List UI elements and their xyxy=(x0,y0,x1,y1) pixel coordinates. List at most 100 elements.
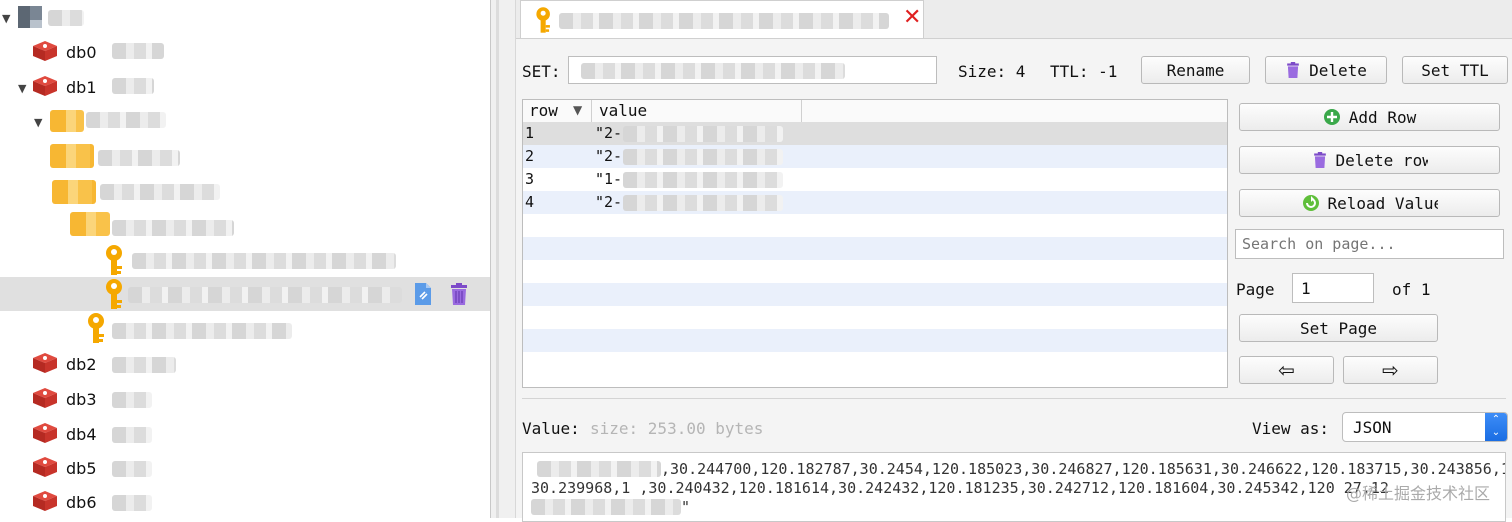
namespace-name-blurred xyxy=(86,112,166,128)
splitter-handle[interactable] xyxy=(490,0,516,518)
value-line-1: ,30.244700,120.182787,30.2454,120.185023… xyxy=(661,460,1505,478)
next-page-button[interactable]: ⇨ xyxy=(1343,356,1438,384)
key-view-panel: ✕ SET: Size: 4 TTL: -1 Rename Delete Set… xyxy=(516,0,1512,522)
view-as-selected: JSON xyxy=(1353,418,1392,437)
tree-key-selected[interactable] xyxy=(0,277,490,311)
next-arrow-icon: ⇨ xyxy=(1382,358,1399,382)
server-name-blurred xyxy=(48,10,84,26)
db-count-blurred xyxy=(112,461,152,477)
row-index: 4 xyxy=(525,193,535,211)
table-row[interactable]: 2 "2- xyxy=(523,145,1227,168)
trash-icon xyxy=(1287,62,1299,78)
redis-db-icon xyxy=(33,388,57,408)
tree-db2[interactable]: db2 xyxy=(0,347,490,381)
tree-key[interactable] xyxy=(0,311,490,345)
tree-db3[interactable]: db3 xyxy=(0,382,490,416)
tree-db1[interactable]: ▼ db1 xyxy=(0,70,490,104)
folder-icon xyxy=(50,110,84,132)
tree-server[interactable]: ▼ xyxy=(0,0,490,34)
key-icon xyxy=(88,313,104,343)
tree-db0[interactable]: db0 xyxy=(0,35,490,69)
row-index: 3 xyxy=(525,170,535,188)
delete-button-label: Delete xyxy=(1309,60,1367,80)
set-ttl-button-label: Set TTL xyxy=(1421,60,1489,80)
delete-row-button[interactable]: Delete row xyxy=(1239,146,1500,174)
tree-namespace[interactable]: ▼ xyxy=(0,104,490,138)
redis-db-icon xyxy=(33,457,57,477)
column-divider xyxy=(591,100,592,122)
add-icon xyxy=(1323,109,1340,125)
delete-key-icon[interactable] xyxy=(448,282,470,306)
namespace-name-blurred xyxy=(98,150,180,166)
prev-page-button[interactable]: ⇦ xyxy=(1239,356,1334,384)
watermark-text: @稀土掘金技术社区 xyxy=(1345,484,1490,503)
namespace-name-blurred xyxy=(112,220,234,236)
column-header-row[interactable]: row xyxy=(529,101,558,120)
db-label: db0 xyxy=(66,43,97,62)
tree-namespace[interactable] xyxy=(0,176,490,210)
prev-arrow-icon: ⇦ xyxy=(1278,358,1295,382)
db-count-blurred xyxy=(112,427,152,443)
redis-db-icon xyxy=(33,491,57,511)
column-divider xyxy=(801,100,802,122)
table-row[interactable]: 1 "2- xyxy=(523,122,1227,145)
set-ttl-button[interactable]: Set TTL xyxy=(1402,56,1508,84)
namespace-name-blurred xyxy=(100,184,220,200)
row-value-prefix: "1- xyxy=(595,170,623,188)
tree-db4[interactable]: db4 xyxy=(0,417,490,451)
db-count-blurred xyxy=(112,357,176,373)
tree-key[interactable] xyxy=(0,243,490,277)
add-row-label: Add Row xyxy=(1348,107,1417,127)
key-icon xyxy=(106,279,122,309)
table-row[interactable]: 3 "1- xyxy=(523,168,1227,191)
tab-title-blurred xyxy=(559,13,889,29)
connection-tree[interactable]: ▼ db0 ▼ db1 ▼ db2 db3 db4 db5 db6 xyxy=(0,0,490,518)
collapse-arrow-icon[interactable]: ▼ xyxy=(34,116,42,129)
rename-button-label: Rename xyxy=(1166,60,1225,80)
set-page-button[interactable]: Set Page xyxy=(1239,314,1438,342)
value-size: size: 253.00 bytes xyxy=(590,419,764,438)
page-number-input[interactable]: 1 xyxy=(1292,273,1374,303)
db-label: db6 xyxy=(66,493,97,512)
table-row[interactable]: 4 "2- xyxy=(523,191,1227,214)
key-name-input[interactable] xyxy=(568,56,937,84)
sort-desc-icon[interactable]: ▼ xyxy=(573,103,582,117)
page-number-value: 1 xyxy=(1301,279,1311,298)
empty-row xyxy=(523,237,1227,260)
db-label: db5 xyxy=(66,459,97,478)
column-header-value[interactable]: value xyxy=(599,101,647,120)
view-as-select[interactable]: JSON ⌃ ⌄ xyxy=(1342,412,1508,442)
rename-button[interactable]: Rename xyxy=(1141,56,1250,84)
reload-value-button[interactable]: Reload Value xyxy=(1239,189,1500,217)
tree-db5[interactable]: db5 xyxy=(0,451,490,485)
page-total: of 1 xyxy=(1392,280,1431,299)
folder-icon xyxy=(52,180,96,204)
empty-row xyxy=(523,260,1227,283)
close-tab-icon[interactable]: ✕ xyxy=(903,5,921,30)
values-table[interactable]: row ▼ value 1 "2- 2 "2- 3 "1- 4 "2- xyxy=(522,99,1228,388)
add-row-button[interactable]: Add Row xyxy=(1239,103,1500,131)
empty-row xyxy=(523,352,1227,375)
tree-namespace[interactable] xyxy=(0,210,490,244)
db-label: db1 xyxy=(66,78,97,97)
key-name-blurred xyxy=(112,323,292,339)
db-label: db3 xyxy=(66,390,97,409)
value-label: Value: xyxy=(522,419,580,438)
collapse-arrow-icon[interactable]: ▼ xyxy=(2,12,10,25)
empty-row xyxy=(523,329,1227,352)
tree-db6[interactable]: db6 xyxy=(0,485,490,518)
page-label: Page xyxy=(1236,280,1275,299)
redis-db-icon xyxy=(33,76,57,96)
row-value-blurred xyxy=(623,149,783,165)
trash-icon xyxy=(1313,152,1326,168)
search-on-page-input[interactable] xyxy=(1235,229,1504,259)
db-label: db2 xyxy=(66,355,97,374)
collapse-arrow-icon[interactable]: ▼ xyxy=(18,82,26,95)
tree-namespace[interactable] xyxy=(0,140,490,174)
row-value-prefix: "2- xyxy=(595,124,623,142)
key-tab[interactable]: ✕ xyxy=(520,0,924,38)
set-page-label: Set Page xyxy=(1299,318,1378,338)
delete-key-button[interactable]: Delete xyxy=(1265,56,1387,84)
server-icon xyxy=(18,6,42,28)
copy-key-icon[interactable] xyxy=(412,282,434,306)
